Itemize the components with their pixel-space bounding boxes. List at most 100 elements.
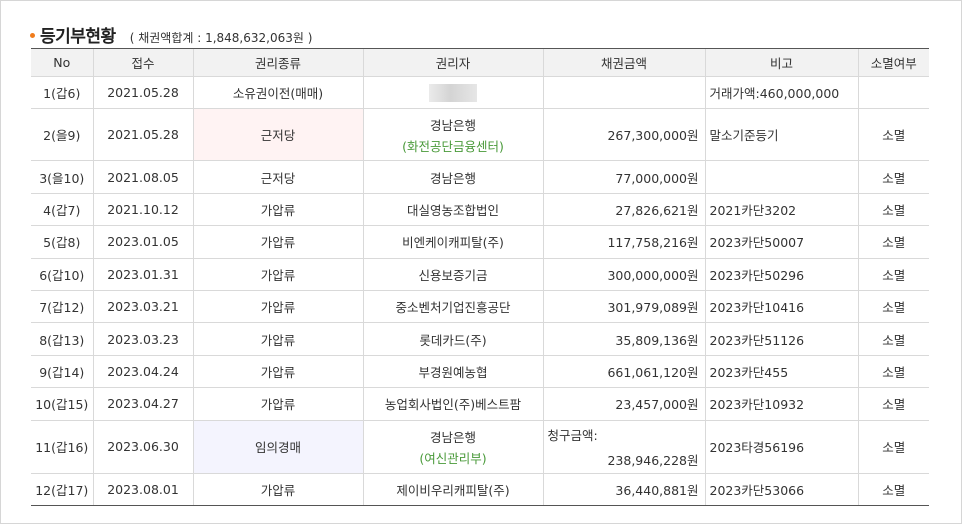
col-header-date: 접수 xyxy=(92,48,193,77)
cell-amount: 35,809,136원 xyxy=(542,322,705,356)
cell-holder: 경남은행 (화전공단금융센터) xyxy=(362,108,543,162)
cell-no: 2(을9) xyxy=(31,108,93,162)
cell-extinct: 소멸 xyxy=(857,322,929,356)
cell-extinct xyxy=(857,76,929,110)
section-header: 등기부현황 ( 채권액합계 : 1,848,632,063원 ) xyxy=(30,22,312,47)
cell-date: 2023.04.27 xyxy=(92,387,193,421)
cell-note: 2023카단455 xyxy=(704,355,858,389)
col-header-no: No xyxy=(31,48,93,77)
cell-extinct: 소멸 xyxy=(857,420,929,474)
table-row: 5(갑8) 2023.01.05 가압류 비엔케이캐피탈(주) 117,758,… xyxy=(31,225,929,259)
cell-note: 2023카단10416 xyxy=(704,290,858,324)
table-header-row: No 접수 권리종류 권리자 채권금액 비고 소멸여부 xyxy=(31,48,929,77)
table-row: 6(갑10) 2023.01.31 가압류 신용보증기금 300,000,000… xyxy=(31,258,929,291)
cell-type: 가압류 xyxy=(192,322,363,356)
table-row: 3(을10) 2021.08.05 근저당 경남은행 77,000,000원 소… xyxy=(31,160,929,194)
cell-no: 11(갑16) xyxy=(31,420,93,474)
cell-holder: 중소벤처기업진흥공단 xyxy=(362,290,543,324)
holder-name: 경남은행 xyxy=(429,429,476,445)
cell-date: 2021.05.28 xyxy=(92,108,193,162)
col-header-extinct: 소멸여부 xyxy=(857,48,929,77)
cell-note: 2021카단3202 xyxy=(704,193,858,227)
cell-holder: 제이비우리캐피탈(주) xyxy=(362,473,543,506)
cell-type: 가압류 xyxy=(192,473,363,506)
cell-holder: 경남은행 xyxy=(362,160,543,194)
col-header-holder: 권리자 xyxy=(362,48,543,77)
cell-extinct: 소멸 xyxy=(857,387,929,421)
cell-extinct: 소멸 xyxy=(857,225,929,259)
cell-note: 2023카단50007 xyxy=(704,225,858,259)
cell-amount: 267,300,000원 xyxy=(542,108,705,162)
redacted-holder xyxy=(429,83,477,102)
holder-branch: (여신관리부) xyxy=(419,450,487,466)
table-row: 11(갑16) 2023.06.30 임의경매 경남은행 (여신관리부) 청구금… xyxy=(31,420,929,474)
cell-extinct: 소멸 xyxy=(857,355,929,389)
cell-amount: 661,061,120원 xyxy=(542,355,705,389)
cell-date: 2023.03.21 xyxy=(92,290,193,324)
holder-branch: (화전공단금융센터) xyxy=(402,138,504,154)
cell-extinct: 소멸 xyxy=(857,258,929,291)
cell-holder xyxy=(362,76,543,110)
cell-type: 가압류 xyxy=(192,193,363,227)
cell-amount: 36,440,881원 xyxy=(542,473,705,506)
cell-type: 근저당 xyxy=(192,108,363,162)
cell-amount: 301,979,089원 xyxy=(542,290,705,324)
col-header-note: 비고 xyxy=(704,48,858,77)
cell-note: 2023카단53066 xyxy=(704,473,858,506)
cell-type: 근저당 xyxy=(192,160,363,194)
cell-date: 2023.06.30 xyxy=(92,420,193,474)
col-header-type: 권리종류 xyxy=(192,48,363,77)
cell-amount xyxy=(542,76,705,110)
col-header-amount: 채권금액 xyxy=(542,48,705,77)
cell-holder: 비엔케이캐피탈(주) xyxy=(362,225,543,259)
cell-type: 소유권이전(매매) xyxy=(192,76,363,110)
cell-date: 2023.08.01 xyxy=(92,473,193,506)
cell-date: 2023.03.23 xyxy=(92,322,193,356)
claim-amount-label: 청구금액: xyxy=(547,427,598,443)
cell-note: 2023타경56196 xyxy=(704,420,858,474)
cell-no: 7(갑12) xyxy=(31,290,93,324)
cell-holder: 농업회사법인(주)베스트팜 xyxy=(362,387,543,421)
cell-no: 1(갑6) xyxy=(31,76,93,110)
bullet-icon xyxy=(30,33,35,38)
claim-total: ( 채권액합계 : 1,848,632,063원 ) xyxy=(129,31,313,45)
table-row: 12(갑17) 2023.08.01 가압류 제이비우리캐피탈(주) 36,44… xyxy=(31,473,929,506)
cell-type: 가압류 xyxy=(192,290,363,324)
table-row: 2(을9) 2021.05.28 근저당 경남은행 (화전공단금융센터) 267… xyxy=(31,108,929,162)
cell-no: 5(갑8) xyxy=(31,225,93,259)
cell-holder: 부경원예농협 xyxy=(362,355,543,389)
cell-type: 임의경매 xyxy=(192,420,363,474)
cell-note: 2023카단51126 xyxy=(704,322,858,356)
cell-type: 가압류 xyxy=(192,387,363,421)
cell-no: 9(갑14) xyxy=(31,355,93,389)
cell-amount: 23,457,000원 xyxy=(542,387,705,421)
cell-no: 6(갑10) xyxy=(31,258,93,291)
table-row: 4(갑7) 2021.10.12 가압류 대실영농조합법인 27,826,621… xyxy=(31,193,929,227)
cell-date: 2021.10.12 xyxy=(92,193,193,227)
cell-extinct: 소멸 xyxy=(857,160,929,194)
cell-holder: 롯데카드(주) xyxy=(362,322,543,356)
cell-amount: 27,826,621원 xyxy=(542,193,705,227)
cell-extinct: 소멸 xyxy=(857,473,929,506)
cell-amount: 117,758,216원 xyxy=(542,225,705,259)
registry-table: No 접수 권리종류 권리자 채권금액 비고 소멸여부 1(갑6) 2021.0… xyxy=(31,48,929,506)
cell-amount: 청구금액: 238,946,228원 xyxy=(542,420,705,474)
cell-extinct: 소멸 xyxy=(857,290,929,324)
cell-holder: 대실영농조합법인 xyxy=(362,193,543,227)
cell-holder: 신용보증기금 xyxy=(362,258,543,291)
cell-date: 2023.01.31 xyxy=(92,258,193,291)
cell-amount: 300,000,000원 xyxy=(542,258,705,291)
cell-extinct: 소멸 xyxy=(857,193,929,227)
cell-note: 2023카단10932 xyxy=(704,387,858,421)
table-row: 7(갑12) 2023.03.21 가압류 중소벤처기업진흥공단 301,979… xyxy=(31,290,929,324)
cell-no: 12(갑17) xyxy=(31,473,93,506)
cell-note: 2023카단50296 xyxy=(704,258,858,291)
table-row: 8(갑13) 2023.03.23 가압류 롯데카드(주) 35,809,136… xyxy=(31,322,929,356)
cell-no: 4(갑7) xyxy=(31,193,93,227)
cell-amount: 77,000,000원 xyxy=(542,160,705,194)
cell-extinct: 소멸 xyxy=(857,108,929,162)
section-title: 등기부현황 xyxy=(40,27,116,47)
claim-amount-value: 238,946,228원 xyxy=(607,452,699,468)
cell-type: 가압류 xyxy=(192,258,363,291)
cell-date: 2023.04.24 xyxy=(92,355,193,389)
